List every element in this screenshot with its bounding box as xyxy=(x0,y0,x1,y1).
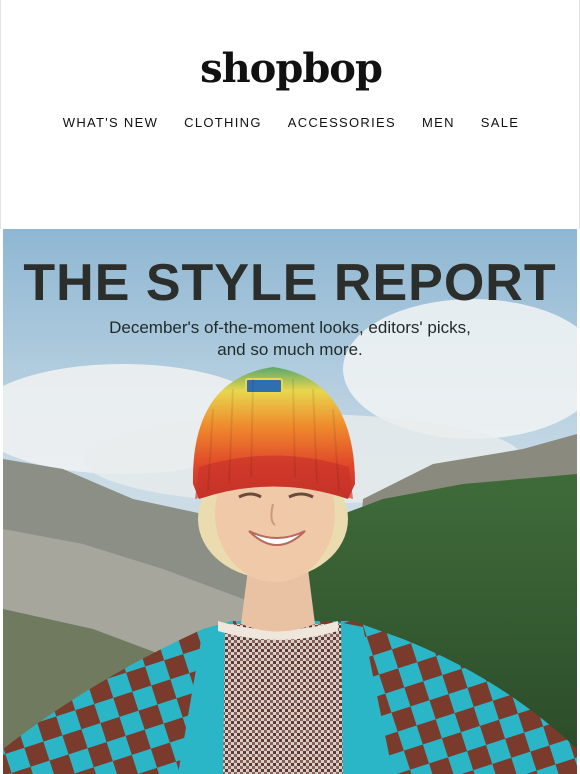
email-header: shopbop WHAT'S NEW CLOTHING ACCESSORIES … xyxy=(0,0,580,229)
nav-accessories[interactable]: ACCESSORIES xyxy=(275,114,409,132)
nav-sale[interactable]: SALE xyxy=(468,114,532,132)
hero-subtitle-line-1: December's of-the-moment looks, editors'… xyxy=(109,318,471,337)
nav-whats-new[interactable]: WHAT'S NEW xyxy=(50,114,171,132)
shopbop-logo[interactable]: shopbop xyxy=(1,44,580,94)
nav-men[interactable]: MEN xyxy=(409,114,468,132)
hero-subtitle: December's of-the-moment looks, editors'… xyxy=(3,317,577,361)
nav-clothing[interactable]: CLOTHING xyxy=(171,114,275,132)
hero-subtitle-line-2: and so much more. xyxy=(217,340,363,359)
hero-banner[interactable]: THE STYLE REPORT December's of-the-momen… xyxy=(3,229,577,774)
email-frame: shopbop WHAT'S NEW CLOTHING ACCESSORIES … xyxy=(0,0,580,774)
hero-title: THE STYLE REPORT xyxy=(23,254,557,312)
main-nav: WHAT'S NEW CLOTHING ACCESSORIES MEN SALE xyxy=(1,114,580,132)
